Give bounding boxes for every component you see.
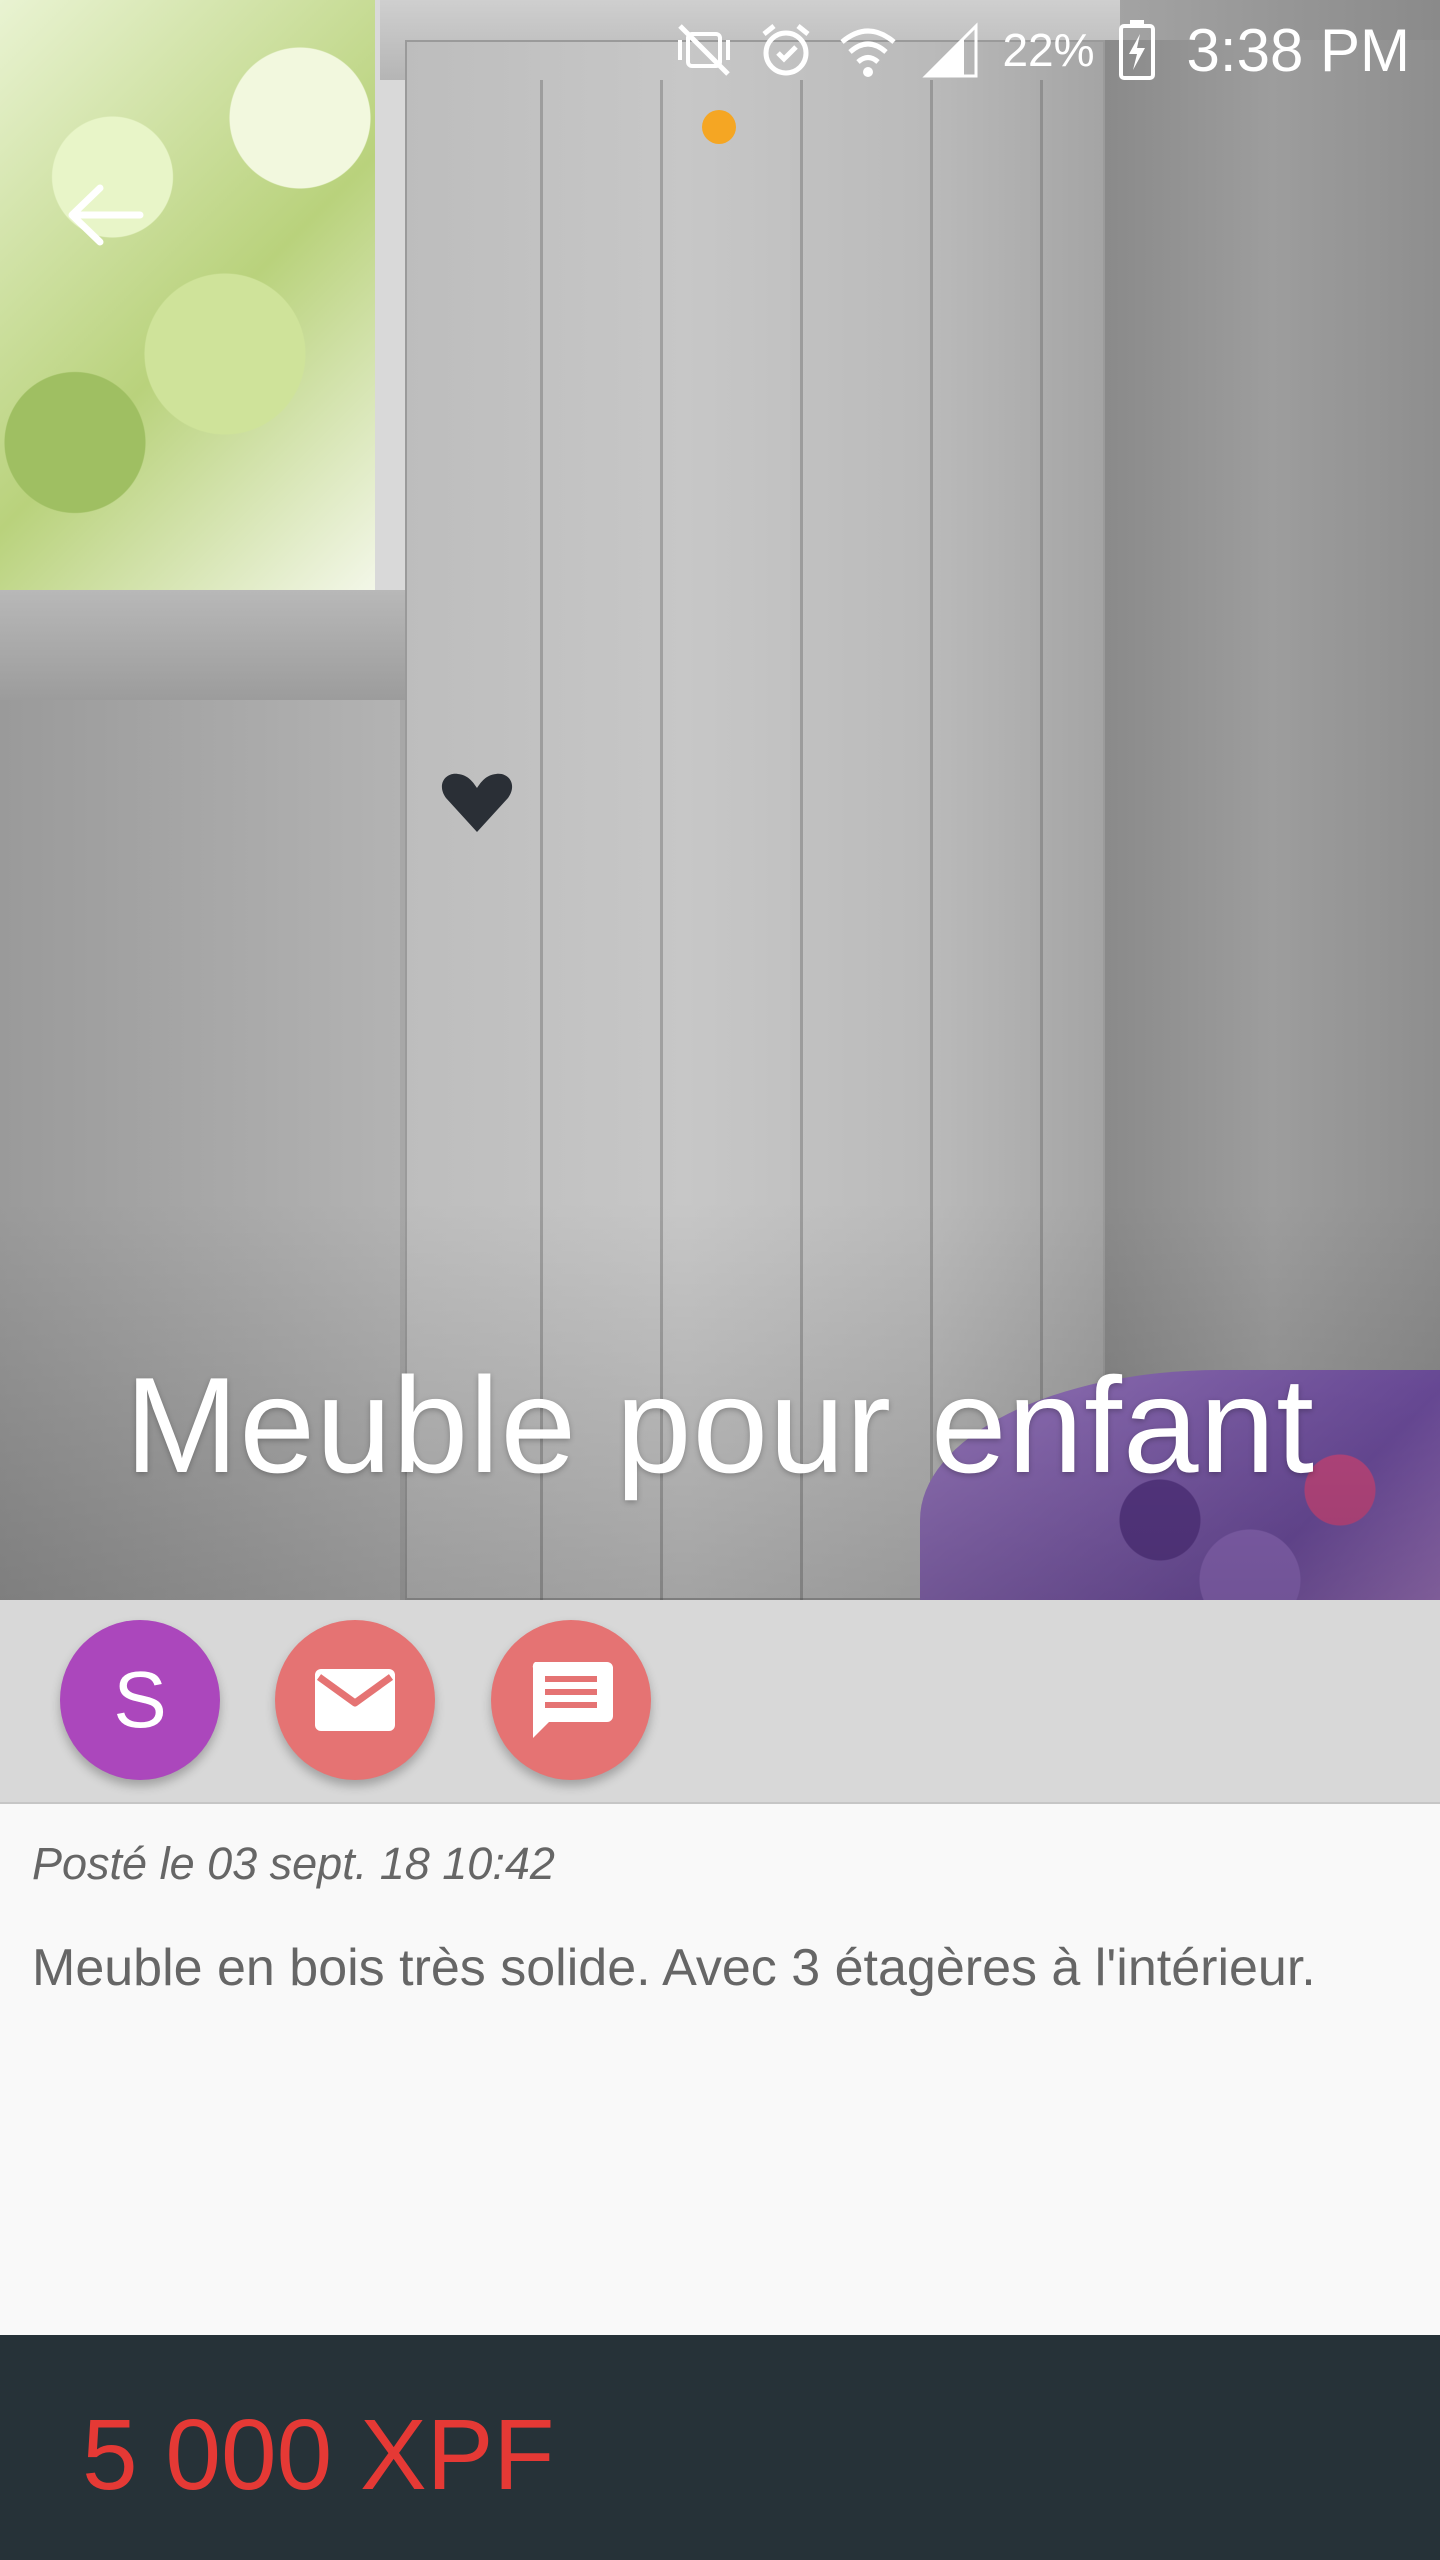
listing-title: Meuble pour enfant	[125, 1349, 1315, 1501]
battery-charging-icon	[1118, 20, 1155, 80]
message-seller-button[interactable]	[491, 1620, 651, 1780]
email-seller-button[interactable]	[275, 1620, 435, 1780]
mail-icon	[315, 1669, 395, 1731]
battery-percent: 22%	[1002, 24, 1095, 76]
heart-cutout-icon	[441, 773, 513, 832]
photo-window-sill	[0, 590, 410, 700]
mute-vibrate-icon	[678, 24, 731, 76]
listing-description: Meuble en bois très solide. Avec 3 étagè…	[32, 1939, 1316, 1997]
alarm-icon	[762, 24, 811, 76]
status-bar: 22% 3:38 PM	[0, 0, 1440, 100]
clock: 3:38 PM	[1186, 16, 1410, 84]
seller-initial: S	[113, 1655, 167, 1744]
wifi-icon	[840, 28, 897, 77]
page-indicator-dot	[702, 110, 736, 144]
back-arrow-icon[interactable]	[60, 170, 150, 260]
listing-price: 5 000 XPF	[82, 2399, 555, 2511]
signal-icon	[922, 22, 978, 78]
chat-icon	[532, 1662, 613, 1738]
action-bar: S	[0, 1600, 1440, 1804]
posted-date: Posté le 03 sept. 18 10:42	[32, 1838, 555, 1889]
seller-avatar-button[interactable]: S	[60, 1620, 220, 1780]
